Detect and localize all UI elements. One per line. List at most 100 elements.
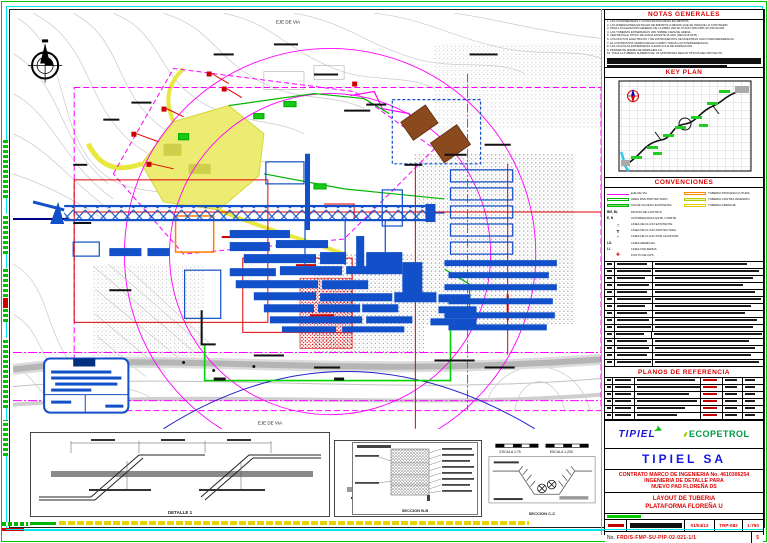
- legend-left-column: EJE DE VIA AREA PAD PROYECTADO VIA DE ACCE…: [607, 190, 684, 258]
- section-cc-drawing: ESCALA 1:75 ESCALA 1:200: [488, 443, 596, 504]
- drawing-title: LAYOUT DE TUBERIA PLATAFORMA FLOREÑA U: [605, 493, 763, 514]
- scale1-label: ESCALA 1:75: [500, 450, 521, 454]
- drawing-title-line2: PLATAFORMA FLOREÑA U: [645, 504, 723, 510]
- revision-number: 5: [751, 532, 763, 543]
- right-panel: NOTAS GENERALES 1. LAS COORDENADAS Y COT…: [604, 9, 764, 543]
- legend-label: MOJON DE CONTROL: [631, 209, 663, 214]
- legend-label: TUBERIA DRENAJE: [708, 203, 736, 208]
- margin-stamp: [3, 214, 8, 254]
- approval-row: [605, 514, 763, 520]
- legend-label: AREA PAD PROYECTADO: [631, 197, 668, 202]
- spacer2: [334, 432, 482, 438]
- margin-stamp: [3, 338, 8, 408]
- rect-orange-o-swatch-icon: [684, 191, 706, 195]
- conventions-title: CONVENCIONES: [605, 178, 763, 188]
- revision-row: [605, 283, 763, 290]
- sym-swatch-icon: ┳: [616, 227, 620, 233]
- plan-viewport: EJE DE VIA EJE DE VIA: [12, 12, 602, 461]
- notes-body: 1. LAS COORDENADAS Y COTAS ESTAN DADAS E…: [605, 20, 763, 56]
- line-magenta-swatch-icon: [607, 193, 629, 195]
- text-swatch-icon: LD.: [607, 240, 613, 245]
- legend-label: LINEA DE FLUJO POR LEVANTAR: [631, 234, 679, 239]
- revision-row: [605, 332, 763, 339]
- scale-bar: [495, 443, 589, 448]
- reference-table: [605, 378, 763, 420]
- company-name: TIPIEL SA: [605, 449, 763, 470]
- conventions-section: CONVENCIONES EJE DE VIA AREA PAD PROYECTA…: [605, 178, 763, 262]
- bottom-nota-line: [30, 520, 529, 526]
- site-plan-svg: EJE DE VIA EJE DE VIA: [12, 12, 602, 461]
- number-prefix: No.: [607, 534, 615, 541]
- detail1-drawing: [39, 439, 321, 501]
- legend-right-column: TUBERIA PROCESO FUTURA TUBERIA CONTRA INC…: [684, 190, 761, 258]
- reference-row: [605, 413, 763, 420]
- margin-stamp: [3, 420, 8, 456]
- tipiel-logo: TIPIEL ➤: [618, 422, 665, 440]
- legend-item: TUBERIA DRENAJE: [684, 202, 761, 208]
- ecopetrol-logo: ⸙ECOPETROL: [682, 429, 750, 439]
- sym-swatch-icon: ⌐: [616, 233, 620, 239]
- top-axis-label: EJE DE VIA: [276, 19, 300, 24]
- legend-item: ✚ PUNTO DE GPS: [607, 252, 684, 258]
- drawing-number: FRD/S-FMP-SU-PIP-02-021-1/1: [616, 534, 697, 541]
- legend-label: TUBERIA CONTRA INCENDIO: [708, 197, 750, 202]
- revision-row: [605, 353, 763, 360]
- key-plan-section: KEY PLAN: [605, 68, 763, 178]
- legend-label: TUBERIA PROCESO FUTURA: [708, 191, 750, 196]
- revision-row: [605, 311, 763, 318]
- rect-green-o-swatch-icon: [607, 197, 629, 201]
- notes-dense-smudge: [607, 57, 761, 64]
- rect-yellow-o-swatch-icon: [684, 203, 706, 207]
- general-notes-section: NOTAS GENERALES 1. LAS COORDENADAS Y COT…: [605, 10, 763, 68]
- legend-label: VIA DE ACCESO EXISTENTE: [631, 203, 672, 208]
- contract-text: CONTRATO MARCO DE INGENIERIA No. 4610306…: [605, 470, 763, 493]
- legend-label: COORDENADAS ESTE / NORTE: [631, 215, 677, 220]
- scale2-label: ESCALA 1:200: [550, 450, 573, 454]
- coordinate-note-box: [43, 357, 130, 414]
- sym-swatch-icon: ┬: [616, 221, 620, 227]
- panel-separator: [601, 9, 602, 535]
- bottom-axis-label: EJE DE VIA: [258, 421, 282, 426]
- reference-row: [605, 399, 763, 406]
- detail1-label: DETALLE 1: [167, 510, 193, 515]
- legend-label: LINEA DE FLUJO EXISTENTE: [631, 222, 673, 227]
- rect-green-f-swatch-icon: [607, 203, 629, 207]
- detail1-box: DETALLE 1: [30, 432, 330, 517]
- section-cc-label: SECCION C-C: [528, 511, 556, 516]
- drawing-sheet: EJE DE VIA EJE DE VIA NOTAS GENERALES 1.…: [0, 0, 768, 543]
- revision-row: [605, 290, 763, 297]
- revision-row: [605, 262, 763, 269]
- corner-stamp: [2, 522, 28, 526]
- revision-row: [605, 276, 763, 283]
- text-swatch-icon: E, N: [607, 215, 614, 220]
- margin-stamp-red: [3, 298, 8, 308]
- nota-green-part: [30, 521, 56, 525]
- reference-row: [605, 392, 763, 399]
- note-line: 10. TODA LA TUBERIA SUPERFICIAL VA SOPOR…: [607, 52, 723, 56]
- margin-stamp: [3, 140, 8, 198]
- revision-row: [605, 269, 763, 276]
- notes-title: NOTAS GENERALES: [605, 10, 763, 20]
- key-plan-map: [618, 80, 752, 172]
- revision-row: [605, 304, 763, 311]
- legend-label: LINEA DE FLUJO PROYECTADA: [631, 228, 677, 233]
- section-bb-drawing: [355, 445, 474, 501]
- reference-row: [605, 385, 763, 392]
- bottom-cyan-line: [6, 529, 763, 530]
- revision-row: [605, 346, 763, 353]
- section-bb-box: SECCION B-B: [352, 442, 478, 515]
- orange-area: [174, 215, 215, 253]
- revision-row: [605, 360, 763, 367]
- reference-row: [605, 378, 763, 385]
- revision-row: [605, 297, 763, 304]
- section-cc-box: ESCALA 1:75 ESCALA 1:200 SECCION C-C: [486, 440, 598, 517]
- red-cross-swatch-icon: ✚: [615, 251, 621, 258]
- rect-lime-o-swatch-icon: [684, 197, 706, 201]
- reference-row: [605, 406, 763, 413]
- legend-label: LINEA IZQUIERDA: [631, 246, 657, 251]
- logos-row: TIPIEL ➤ ⸙ECOPETROL: [605, 421, 763, 449]
- revision-row: [605, 325, 763, 332]
- text-swatch-icon: BM, BL: [607, 209, 618, 214]
- file-row: 01/04/13 TRP-082 1:750: [605, 520, 763, 532]
